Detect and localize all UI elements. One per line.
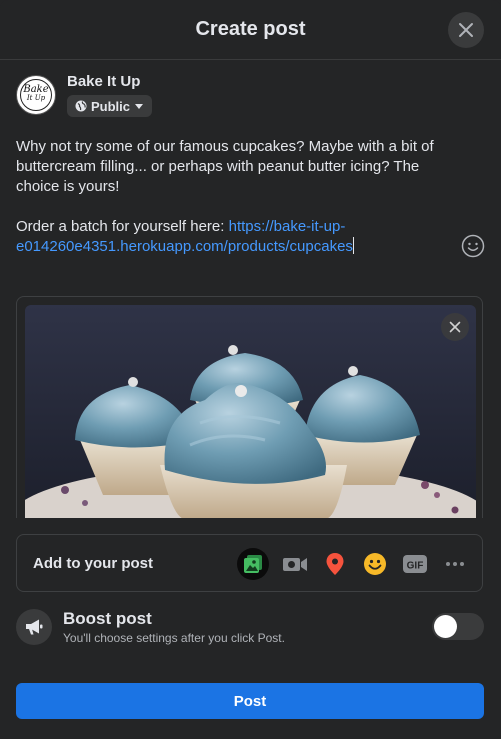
video-button[interactable] bbox=[279, 548, 311, 580]
close-icon bbox=[449, 321, 461, 333]
feeling-emoji-icon bbox=[364, 553, 386, 575]
more-icon bbox=[446, 562, 464, 566]
feeling-activity-button[interactable] bbox=[359, 548, 391, 580]
boost-icon-container bbox=[16, 609, 52, 645]
gif-button[interactable]: GIF bbox=[399, 548, 431, 580]
smiley-icon bbox=[461, 234, 485, 258]
photo-video-button[interactable] bbox=[237, 548, 269, 580]
gif-icon: GIF bbox=[403, 555, 427, 573]
avatar-logo-text: Bake It Up bbox=[23, 84, 49, 103]
dialog-header: Create post bbox=[0, 0, 501, 60]
location-pin-icon bbox=[326, 553, 344, 575]
create-post-dialog: Create post Bake It Up Bake It Up Public bbox=[0, 0, 501, 739]
post-body-text: Why not try some of our famous cupcakes?… bbox=[16, 138, 434, 235]
boost-post-description: You'll choose settings after you click P… bbox=[63, 631, 285, 645]
avatar[interactable]: Bake It Up bbox=[16, 75, 56, 115]
boost-post-toggle[interactable] bbox=[432, 613, 484, 640]
dialog-title: Create post bbox=[195, 18, 306, 40]
add-to-post-label: Add to your post bbox=[33, 555, 153, 572]
emoji-picker-button[interactable] bbox=[461, 234, 485, 258]
remove-photo-button[interactable] bbox=[441, 313, 469, 341]
more-options-button[interactable] bbox=[439, 548, 471, 580]
close-icon bbox=[459, 23, 473, 37]
text-caret bbox=[352, 237, 354, 254]
boost-post-title: Boost post bbox=[63, 609, 152, 628]
globe-icon bbox=[75, 100, 87, 112]
close-dialog-button[interactable] bbox=[448, 12, 484, 48]
post-button[interactable]: Post bbox=[16, 683, 484, 719]
toggle-knob bbox=[434, 615, 457, 638]
post-text-input[interactable]: Why not try some of our famous cupcakes?… bbox=[16, 137, 446, 257]
cupcakes-photo bbox=[25, 305, 476, 518]
audience-selector[interactable]: Public bbox=[67, 95, 153, 117]
author-name: Bake It Up bbox=[67, 73, 141, 90]
svg-text:GIF: GIF bbox=[407, 561, 424, 572]
attached-media bbox=[16, 296, 483, 518]
caret-down-icon bbox=[135, 104, 144, 109]
add-to-post-bar: Add to your post GIF bbox=[16, 534, 483, 592]
check-in-button[interactable] bbox=[319, 548, 351, 580]
photo-video-icon bbox=[244, 555, 262, 573]
video-camera-icon bbox=[283, 558, 307, 571]
post-author: Bake It Up Bake It Up Public bbox=[16, 72, 316, 118]
megaphone-icon bbox=[26, 619, 43, 635]
audience-label: Public bbox=[91, 98, 131, 114]
